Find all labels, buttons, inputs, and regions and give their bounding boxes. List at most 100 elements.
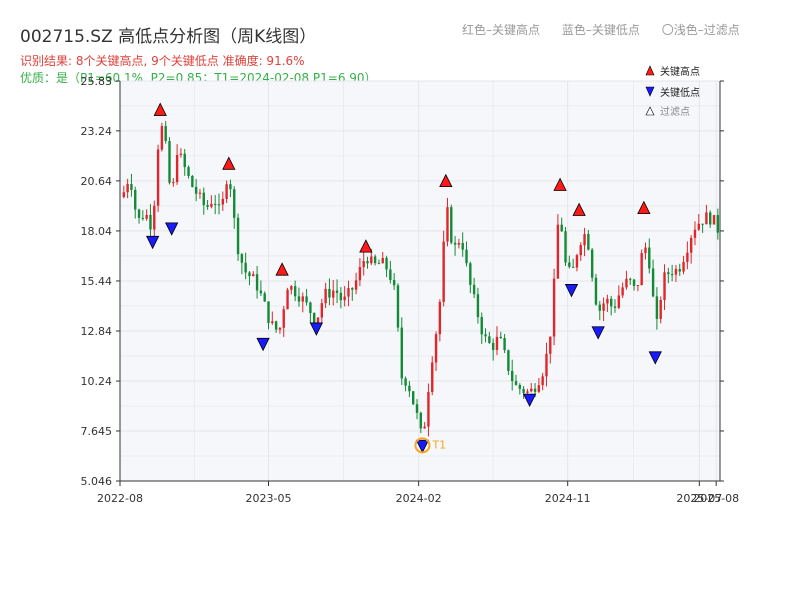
candle-body bbox=[415, 404, 419, 413]
candle-body bbox=[259, 290, 263, 294]
candle-body bbox=[354, 280, 358, 290]
candle-body bbox=[705, 212, 708, 225]
candle-body bbox=[168, 141, 171, 183]
candle-body bbox=[312, 313, 316, 323]
candle-body bbox=[229, 184, 232, 190]
candle-body bbox=[194, 186, 198, 194]
candle-body bbox=[667, 272, 670, 275]
candle-body bbox=[670, 274, 674, 276]
candle-body bbox=[575, 255, 579, 268]
candle-body bbox=[225, 184, 228, 199]
candle-body bbox=[213, 203, 217, 205]
candle-body bbox=[693, 229, 697, 238]
candle-body bbox=[137, 209, 141, 218]
candle-body bbox=[187, 167, 190, 177]
candle-body bbox=[636, 285, 640, 287]
candle-body bbox=[526, 391, 529, 393]
candle-body bbox=[495, 336, 499, 350]
candle-body bbox=[583, 234, 586, 246]
candle-body bbox=[450, 207, 453, 243]
candle-body bbox=[206, 205, 209, 207]
candle-body bbox=[221, 198, 225, 205]
candle-body bbox=[271, 321, 274, 324]
candle-body bbox=[373, 256, 377, 264]
candle-body bbox=[149, 214, 152, 230]
candle-body bbox=[301, 296, 304, 302]
candle-body bbox=[659, 299, 662, 319]
x-tick-label: 2022-08 bbox=[97, 492, 143, 505]
candle-body bbox=[640, 253, 643, 286]
y-tick-label: 10.24 bbox=[81, 375, 113, 388]
y-tick-label: 23.24 bbox=[81, 125, 113, 138]
candle-body bbox=[286, 289, 289, 310]
candle-body bbox=[617, 295, 621, 308]
candle-body bbox=[503, 338, 506, 351]
candle-body bbox=[686, 252, 689, 262]
candle-body bbox=[545, 353, 548, 377]
candle-body bbox=[442, 241, 445, 302]
candle-body bbox=[358, 267, 362, 281]
candle-body bbox=[644, 247, 647, 254]
candle-body bbox=[472, 284, 476, 295]
y-axis: 25.83 23.24 20.64 18.04 15.44 12.84 10.24 7.645… bbox=[81, 75, 120, 488]
candle-body bbox=[156, 149, 160, 206]
candle-body bbox=[552, 278, 556, 337]
candle-body bbox=[606, 298, 609, 304]
candle-body bbox=[453, 242, 457, 245]
candle-body bbox=[629, 278, 632, 280]
candle-body bbox=[712, 215, 716, 225]
candle-body bbox=[274, 321, 278, 330]
candle-body bbox=[244, 262, 247, 273]
candle-body bbox=[613, 306, 617, 308]
candle-body bbox=[564, 231, 567, 263]
candle-body bbox=[122, 192, 126, 198]
candle-body bbox=[400, 327, 403, 379]
candle-body bbox=[202, 192, 205, 206]
y-tick-label: 20.64 bbox=[81, 175, 113, 188]
candle-body bbox=[309, 302, 312, 314]
x-tick-label: 2023-05 bbox=[246, 492, 292, 505]
candle-body bbox=[514, 381, 518, 385]
candle-body bbox=[632, 279, 636, 286]
candle-body bbox=[431, 362, 434, 392]
y-tick-label: 18.04 bbox=[81, 225, 113, 238]
candle-body bbox=[537, 385, 541, 392]
candle-body bbox=[160, 126, 164, 150]
candle-body bbox=[446, 207, 449, 242]
candle-body bbox=[267, 301, 270, 324]
candle-body bbox=[377, 263, 381, 265]
candle-body bbox=[305, 296, 308, 303]
candle-body bbox=[682, 261, 685, 272]
candle-body bbox=[179, 153, 183, 155]
candle-body bbox=[423, 426, 426, 429]
candle-body bbox=[533, 388, 537, 392]
candle-body bbox=[469, 263, 472, 285]
candle-body bbox=[590, 249, 594, 278]
candle-body bbox=[461, 242, 464, 250]
candle-body bbox=[655, 296, 659, 319]
candle-body bbox=[701, 223, 704, 225]
candle-body bbox=[491, 342, 495, 350]
candle-body bbox=[248, 272, 251, 277]
candle-body bbox=[625, 278, 628, 288]
candle-body bbox=[381, 257, 384, 264]
candle-body bbox=[389, 269, 392, 280]
candle-body bbox=[126, 184, 129, 193]
candle-body bbox=[522, 388, 525, 393]
candle-body bbox=[164, 126, 167, 142]
candle-body bbox=[511, 370, 514, 382]
candle-body bbox=[507, 350, 510, 371]
x-axis: 2022-08 2023-05 2024-02 2024-11 2025-072025-… bbox=[97, 481, 739, 505]
candle-body bbox=[145, 214, 148, 219]
candle-body bbox=[709, 212, 712, 225]
candle-body bbox=[663, 272, 666, 300]
candle-body bbox=[412, 391, 415, 405]
candle-body bbox=[674, 268, 678, 275]
candle-body bbox=[541, 376, 544, 386]
candle-body bbox=[392, 279, 396, 286]
candle-body bbox=[385, 257, 388, 270]
candle-body bbox=[130, 184, 133, 190]
y-tick-label: 12.84 bbox=[81, 325, 113, 338]
candle-body bbox=[366, 261, 369, 264]
candle-body bbox=[278, 327, 282, 330]
